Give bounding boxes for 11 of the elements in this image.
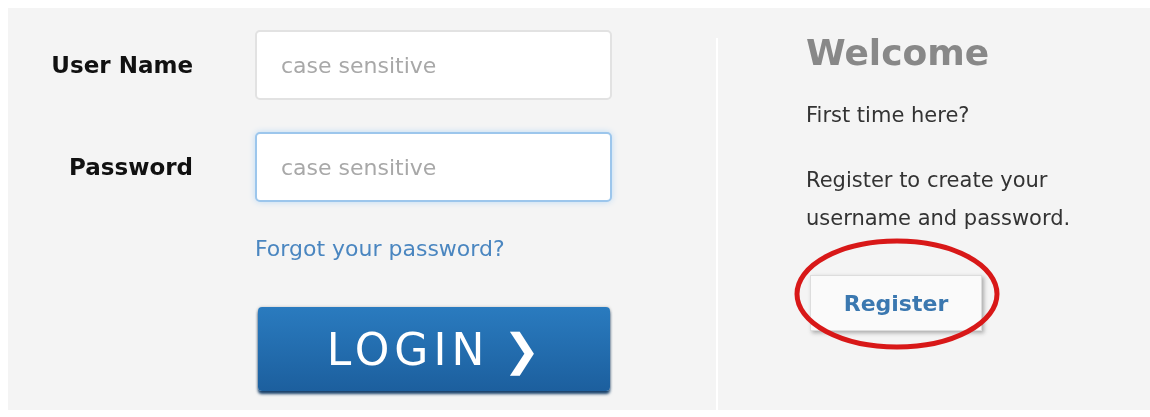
chevron-icon: ❯ bbox=[503, 323, 541, 375]
input-field[interactable]: case sensitive bbox=[255, 30, 612, 100]
register-info-text: Register to create your username and password. bbox=[806, 167, 1072, 232]
forgot-password-link[interactable]: Forgot your password? bbox=[255, 236, 505, 261]
login-button[interactable]: LOGIN ❯ bbox=[257, 307, 610, 391]
welcome-title: Welcome bbox=[806, 32, 990, 73]
register-button[interactable]: Register bbox=[810, 275, 982, 331]
input-field[interactable]: case sensitive bbox=[255, 132, 612, 202]
field-label: Password bbox=[68, 154, 193, 180]
field-label: User Name bbox=[50, 52, 193, 78]
question-text: First time here? bbox=[806, 103, 970, 127]
